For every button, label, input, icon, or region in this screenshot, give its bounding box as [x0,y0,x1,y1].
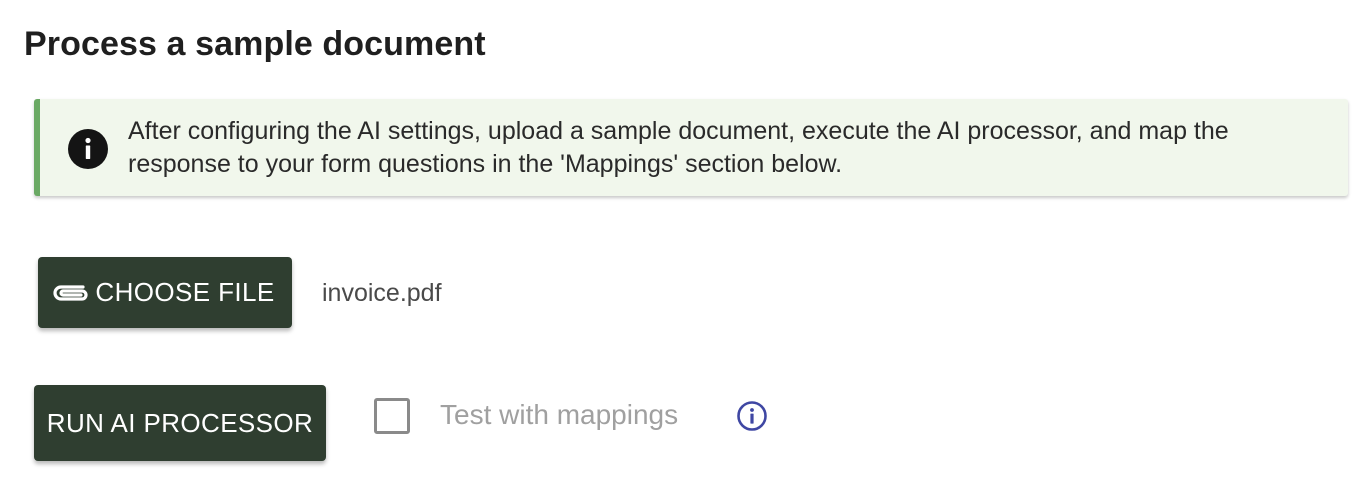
info-alert: After configuring the AI settings, uploa… [34,99,1348,196]
selected-file-name: invoice.pdf [322,279,442,307]
test-with-mappings-label: Test with mappings [440,399,679,430]
info-icon [68,129,108,169]
alert-message: After configuring the AI settings, uploa… [128,117,1229,178]
run-ai-processor-button[interactable]: RUN AI PROCESSOR [34,385,326,461]
run-ai-processor-label: RUN AI PROCESSOR [46,407,314,438]
paperclip-icon [53,284,88,301]
choose-file-button[interactable]: CHOOSE FILE [38,257,292,328]
info-outline-icon[interactable] [736,400,768,432]
choose-file-label: CHOOSE FILE [95,277,275,307]
test-with-mappings-checkbox[interactable] [374,398,410,434]
page-title: Process a sample document [24,25,486,63]
